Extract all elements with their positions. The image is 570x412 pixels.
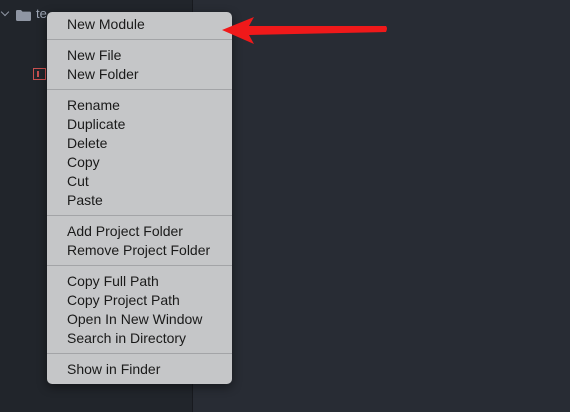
tree-item-root-label: te <box>36 6 47 21</box>
menu-item-add-project-folder[interactable]: Add Project Folder <box>47 222 232 241</box>
menu-item-copy-project-path[interactable]: Copy Project Path <box>47 291 232 310</box>
menu-item-show-in-finder[interactable]: Show in Finder <box>47 360 232 379</box>
menu-item-copy-full-path[interactable]: Copy Full Path <box>47 272 232 291</box>
context-menu: New Module New File New Folder Rename Duplic… <box>47 12 232 384</box>
arrow-left-icon <box>222 17 387 44</box>
menu-item-remove-project-folder[interactable]: Remove Project Folder <box>47 241 232 260</box>
menu-item-new-module[interactable]: New Module <box>47 15 232 34</box>
menu-separator <box>47 353 232 354</box>
menu-item-copy[interactable]: Copy <box>47 153 232 172</box>
menu-item-rename[interactable]: Rename <box>47 96 232 115</box>
menu-separator <box>47 39 232 40</box>
menu-item-delete[interactable]: Delete <box>47 134 232 153</box>
menu-item-duplicate[interactable]: Duplicate <box>47 115 232 134</box>
menu-separator <box>47 215 232 216</box>
folder-icon <box>16 10 31 21</box>
menu-item-paste[interactable]: Paste <box>47 191 232 210</box>
menu-item-cut[interactable]: Cut <box>47 172 232 191</box>
chevron-down-icon[interactable] <box>0 7 10 17</box>
menu-separator <box>47 89 232 90</box>
editor-pane[interactable] <box>193 0 570 412</box>
menu-item-new-folder[interactable]: New Folder <box>47 65 232 84</box>
file-icon <box>33 68 46 80</box>
menu-item-search-in-directory[interactable]: Search in Directory <box>47 329 232 348</box>
menu-item-open-in-new-window[interactable]: Open In New Window <box>47 310 232 329</box>
menu-item-new-file[interactable]: New File <box>47 46 232 65</box>
menu-separator <box>47 265 232 266</box>
